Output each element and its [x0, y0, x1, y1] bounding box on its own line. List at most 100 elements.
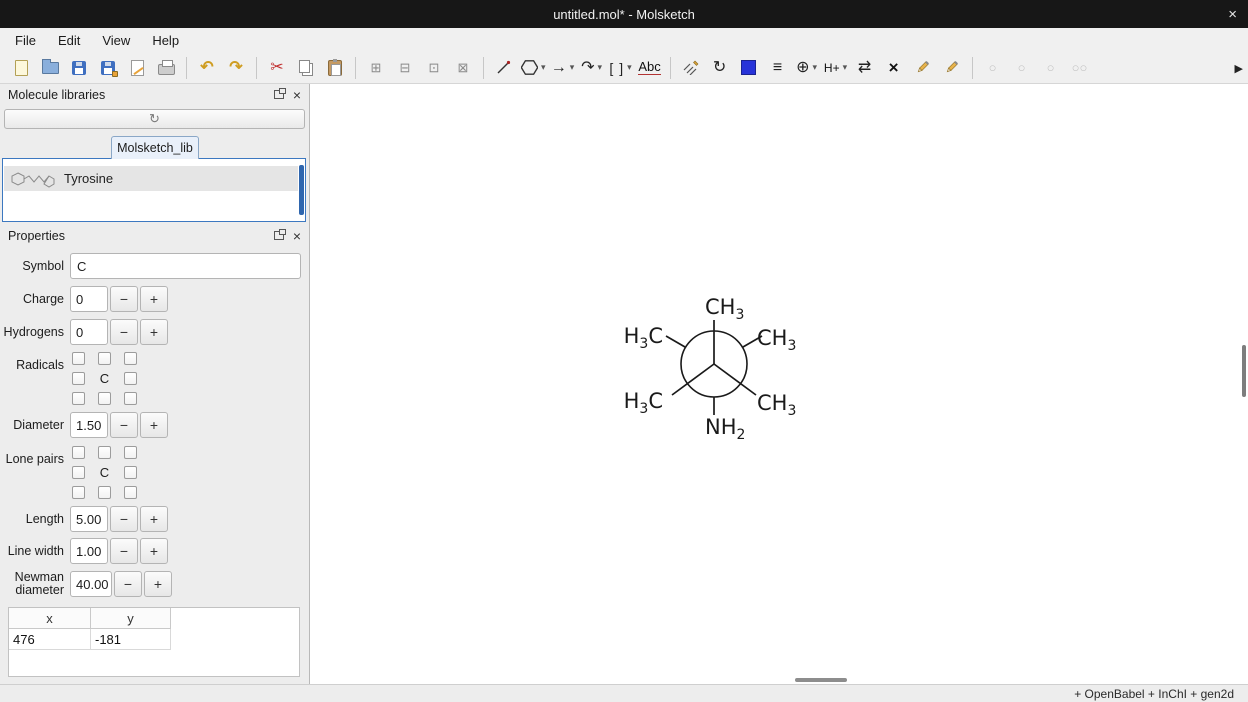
coordinate-cell-y[interactable]: -181	[91, 629, 171, 650]
lone-pair-checkbox[interactable]	[72, 446, 85, 459]
atom-label-bottom[interactable]: NH2	[705, 415, 745, 443]
charge-value[interactable]: 0	[70, 286, 108, 312]
dock-close-icon[interactable]: ×	[293, 88, 301, 102]
transform-pencil-button-1[interactable]	[910, 55, 936, 81]
title-bar[interactable]: untitled.mol* - Molsketch ×	[0, 0, 1248, 28]
line-width-decrement-button[interactable]: −	[110, 538, 138, 564]
zoom-out-button[interactable]: ⊟	[392, 55, 418, 81]
canvas-horizontal-scrollbar[interactable]	[795, 678, 847, 682]
atom-label-upper-left[interactable]: H3C	[624, 324, 663, 352]
length-value[interactable]: 5.00	[70, 506, 108, 532]
newman-diameter-increment-button[interactable]: +	[144, 571, 172, 597]
print-button[interactable]	[153, 55, 179, 81]
zoom-in-button[interactable]: ⊞	[363, 55, 389, 81]
save-as-button[interactable]	[95, 55, 121, 81]
lone-pair-checkbox[interactable]	[98, 446, 111, 459]
diameter-value[interactable]: 1.50	[70, 412, 108, 438]
radical-checkbox[interactable]	[72, 372, 85, 385]
flip-tool-button[interactable]: ⇄	[852, 55, 878, 81]
newman-projection-molecule[interactable]: CH3 H3C CH3 H3C CH3 NH2	[310, 84, 1248, 684]
draw-tool-button[interactable]	[491, 55, 517, 81]
dock-float-icon[interactable]	[274, 90, 284, 99]
rotate-tool-button[interactable]: ↻	[707, 55, 733, 81]
newman-diameter-value[interactable]: 40.00	[70, 571, 112, 597]
delete-tool-button[interactable]: ×	[881, 55, 907, 81]
library-item-tyrosine[interactable]: Tyrosine	[4, 166, 298, 191]
lone-pair-checkbox[interactable]	[72, 466, 85, 479]
menu-edit[interactable]: Edit	[47, 30, 91, 51]
line-width-value[interactable]: 1.00	[70, 538, 108, 564]
menu-file[interactable]: File	[4, 30, 47, 51]
atom-label-top[interactable]: CH3	[705, 295, 744, 323]
atom-label-lower-left[interactable]: H3C	[624, 389, 663, 417]
radical-checkbox[interactable]	[124, 392, 137, 405]
mechanism-arrow-button[interactable]: ↷▾	[579, 55, 605, 81]
bond-back-upper-left[interactable]	[666, 336, 685, 347]
hydrogens-increment-button[interactable]: +	[140, 319, 168, 345]
hydrogens-value[interactable]: 0	[70, 319, 108, 345]
paste-button[interactable]	[322, 55, 348, 81]
dropdown-arrow-icon[interactable]: ▾	[812, 62, 817, 73]
charge-decrement-button[interactable]: −	[110, 286, 138, 312]
library-list[interactable]: Tyrosine	[2, 158, 306, 222]
new-file-button[interactable]	[8, 55, 34, 81]
dropdown-arrow-icon[interactable]: ▾	[570, 62, 575, 73]
column-header-x[interactable]: x	[9, 608, 91, 629]
dropdown-arrow-icon[interactable]: ▾	[627, 62, 632, 73]
atom-label-upper-right[interactable]: CH3	[757, 326, 796, 354]
dock-float-icon[interactable]	[274, 231, 284, 240]
radical-checkbox[interactable]	[98, 352, 111, 365]
reaction-arrow-button[interactable]: →▾	[550, 55, 576, 81]
newman-diameter-decrement-button[interactable]: −	[114, 571, 142, 597]
dropdown-arrow-icon[interactable]: ▾	[597, 62, 602, 73]
save-button[interactable]	[66, 55, 92, 81]
cut-button[interactable]: ✂	[264, 55, 290, 81]
hydrogen-tool-button[interactable]: H+▾	[823, 55, 849, 81]
export-button[interactable]	[124, 55, 150, 81]
coordinate-cell-x[interactable]: 476	[9, 629, 91, 650]
radical-checkbox[interactable]	[72, 392, 85, 405]
length-increment-button[interactable]: +	[140, 506, 168, 532]
library-list-scrollbar[interactable]	[299, 165, 304, 215]
color-picker-button[interactable]	[736, 55, 762, 81]
zoom-fit-button[interactable]: ⊠	[450, 55, 476, 81]
text-tool-button[interactable]: Abc	[637, 55, 663, 81]
lone-pair-checkbox[interactable]	[98, 486, 111, 499]
copy-button[interactable]	[293, 55, 319, 81]
radical-checkbox[interactable]	[98, 392, 111, 405]
radical-checkbox[interactable]	[124, 372, 137, 385]
lone-pair-checkbox[interactable]	[124, 486, 137, 499]
toolbar-overflow-arrow-icon[interactable]: ▶	[1235, 52, 1243, 84]
open-file-button[interactable]	[37, 55, 63, 81]
hydrogens-decrement-button[interactable]: −	[110, 319, 138, 345]
dropdown-arrow-icon[interactable]: ▾	[843, 62, 848, 73]
line-width-increment-button[interactable]: +	[140, 538, 168, 564]
length-decrement-button[interactable]: −	[110, 506, 138, 532]
diameter-increment-button[interactable]: +	[140, 412, 168, 438]
bracket-tool-button[interactable]: [ ]▾	[608, 55, 634, 81]
lone-pair-checkbox[interactable]	[124, 466, 137, 479]
canvas-vertical-scrollbar[interactable]	[1242, 345, 1246, 397]
radical-checkbox[interactable]	[124, 352, 137, 365]
dropdown-arrow-icon[interactable]: ▾	[541, 62, 546, 73]
column-header-y[interactable]: y	[91, 608, 171, 629]
dock-close-icon[interactable]: ×	[293, 229, 301, 243]
line-width-button[interactable]: ≡	[765, 55, 791, 81]
lone-pair-checkbox[interactable]	[72, 486, 85, 499]
library-refresh-button[interactable]: ↻	[4, 109, 305, 129]
redo-button[interactable]: ↷	[223, 55, 249, 81]
menu-view[interactable]: View	[91, 30, 141, 51]
menu-help[interactable]: Help	[141, 30, 190, 51]
drawing-canvas[interactable]: CH3 H3C CH3 H3C CH3 NH2	[310, 84, 1248, 684]
undo-button[interactable]: ↶	[194, 55, 220, 81]
symbol-input[interactable]: C	[70, 253, 301, 279]
transform-pencil-button-2[interactable]	[939, 55, 965, 81]
charge-increment-button[interactable]: +	[140, 286, 168, 312]
close-window-icon[interactable]: ×	[1228, 0, 1237, 28]
radical-checkbox[interactable]	[72, 352, 85, 365]
hatch-tool-button[interactable]	[678, 55, 704, 81]
atom-label-lower-right[interactable]: CH3	[757, 391, 796, 419]
library-tab-molsketch-lib[interactable]: Molsketch_lib	[111, 136, 199, 159]
charge-tool-button[interactable]: ⊕▾	[794, 55, 820, 81]
lone-pair-checkbox[interactable]	[124, 446, 137, 459]
